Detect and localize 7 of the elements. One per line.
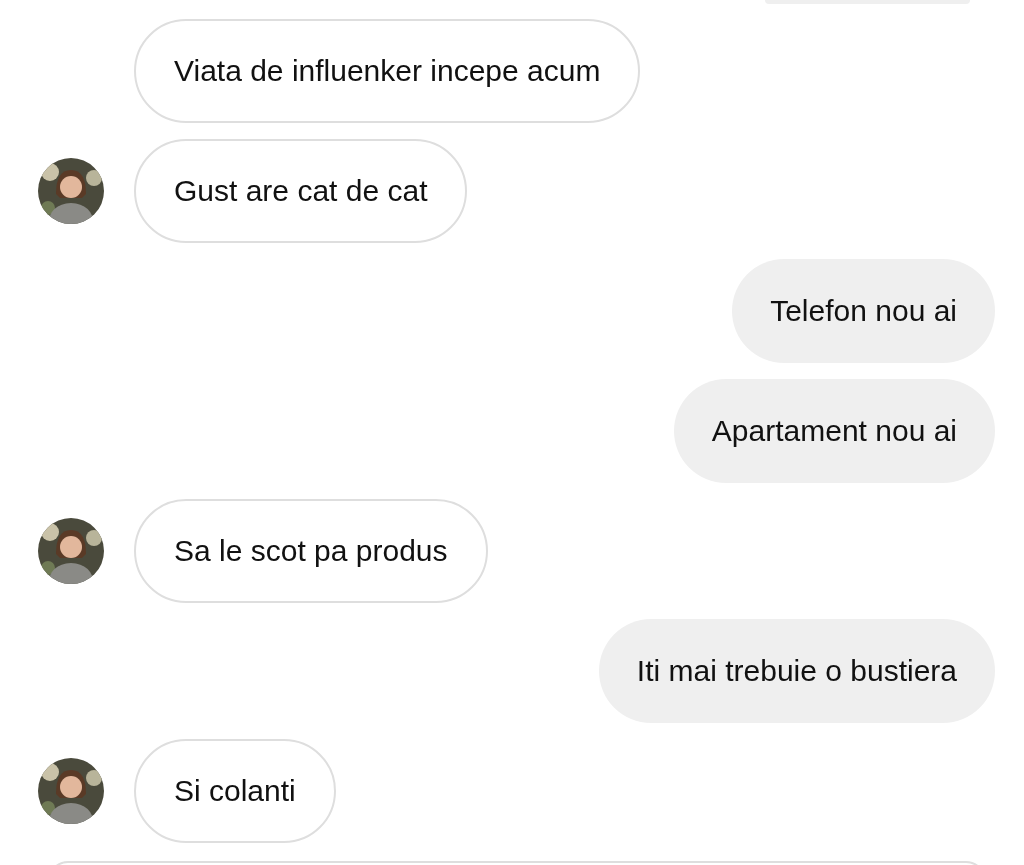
message-bubble: Sa le scot pa produs (134, 499, 488, 603)
message-bubble: Viata de influenker incepe acum (134, 19, 641, 123)
message-bubble: Si colanti (134, 739, 336, 843)
message-bubble: Iti mai trebuie o bustiera (598, 619, 995, 723)
message-bubble: Apartament nou ai (673, 379, 995, 483)
message-bubble: Telefon nou ai (732, 259, 995, 363)
message-bubble: Gust are cat de cat (134, 139, 468, 243)
